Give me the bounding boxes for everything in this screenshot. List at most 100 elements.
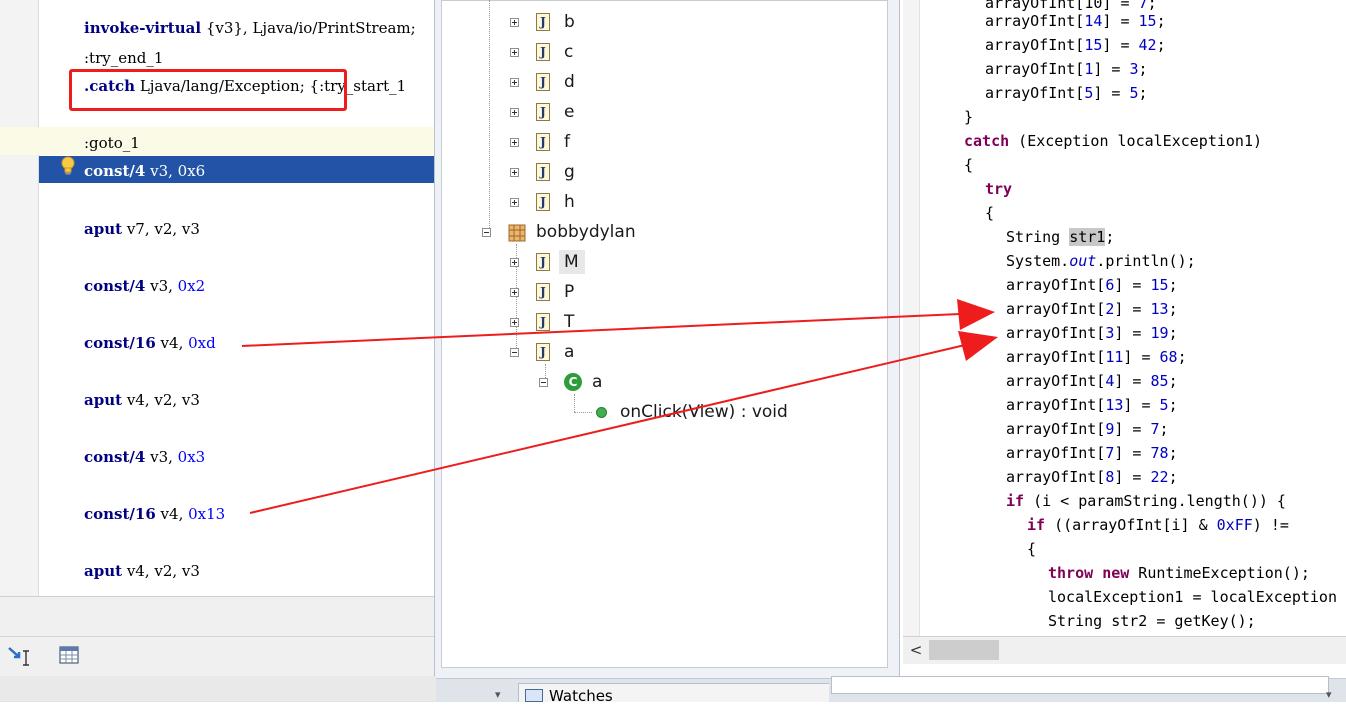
java-code: ] = bbox=[1102, 12, 1139, 30]
expand-icon[interactable] bbox=[510, 318, 519, 327]
editor-gutter[interactable] bbox=[0, 0, 39, 596]
smali-operands: v4, v2, v3 bbox=[122, 562, 200, 580]
java-line: } bbox=[964, 108, 974, 126]
java-code: arrayOfInt[ bbox=[1006, 444, 1106, 462]
smali-line: aput v4, v2, v3 bbox=[84, 389, 200, 411]
lightbulb-icon[interactable] bbox=[61, 156, 75, 178]
expand-icon[interactable] bbox=[510, 198, 519, 207]
tree-item-f[interactable]: Jf bbox=[508, 129, 648, 155]
tree-item-e[interactable]: Je bbox=[508, 99, 648, 125]
java-line: arrayOfInt[5] = 5; bbox=[985, 84, 1148, 102]
expand-icon[interactable] bbox=[510, 258, 519, 267]
java-number: 3 bbox=[1129, 60, 1139, 78]
smali-operands: v4, bbox=[155, 334, 189, 352]
java-number: 13 bbox=[1105, 396, 1124, 414]
tree-item-d[interactable]: Jd bbox=[508, 69, 648, 95]
tree-item-c[interactable]: Jc bbox=[508, 39, 648, 65]
tree-class-label: a bbox=[592, 372, 603, 392]
smali-editor[interactable]: invoke-virtual {v3}, Ljava/io/PrintStrea… bbox=[0, 0, 436, 596]
tree-item-g[interactable]: Jg bbox=[508, 159, 648, 185]
java-file-icon: J bbox=[536, 43, 550, 61]
tree-item-b[interactable]: Jb bbox=[508, 9, 648, 35]
java-number: 22 bbox=[1150, 468, 1169, 486]
smali-label: :try_end_1 bbox=[84, 49, 164, 67]
tree-item-T[interactable]: JT bbox=[508, 309, 648, 335]
java-static-field: out bbox=[1069, 252, 1097, 270]
bottom-right-field[interactable] bbox=[831, 676, 1329, 694]
smali-keyword: const/4 bbox=[84, 162, 146, 180]
java-code: arrayOfInt[ bbox=[985, 60, 1085, 78]
java-number: 42 bbox=[1138, 36, 1157, 54]
expand-icon[interactable] bbox=[510, 108, 519, 117]
tree-method-onclick[interactable]: onClick(View) : void bbox=[620, 399, 788, 425]
smali-line-selected: const/4 v3, 0x6 bbox=[84, 160, 205, 182]
java-marked-occurrence[interactable]: str1 bbox=[1069, 228, 1106, 246]
toolbar-divider bbox=[0, 636, 436, 637]
expand-icon[interactable] bbox=[510, 288, 519, 297]
smali-keyword: aput bbox=[84, 391, 123, 409]
java-code: arrayOfInt[ bbox=[1006, 324, 1106, 342]
java-number: 78 bbox=[1150, 444, 1169, 462]
tree-item-label: f bbox=[564, 132, 570, 152]
tree-item-label: a bbox=[564, 342, 575, 362]
expand-icon[interactable] bbox=[510, 18, 519, 27]
java-code: ; bbox=[1105, 228, 1115, 246]
java-code: ; bbox=[1168, 468, 1178, 486]
java-code: ] = bbox=[1114, 444, 1151, 462]
java-line: throw new RuntimeException(); bbox=[1048, 561, 1310, 585]
collapse-icon[interactable] bbox=[539, 378, 548, 387]
smali-keyword: const/4 bbox=[84, 448, 146, 466]
java-number: 85 bbox=[1150, 372, 1169, 390]
java-file-icon: J bbox=[536, 283, 550, 301]
java-number: 68 bbox=[1159, 348, 1178, 366]
current-line-highlight bbox=[0, 127, 436, 155]
expand-icon[interactable] bbox=[510, 138, 519, 147]
tree-item-label: e bbox=[564, 102, 575, 122]
java-assignment-line: arrayOfInt[2] = 13; bbox=[1006, 297, 1178, 321]
tree-item-label: M bbox=[564, 252, 579, 272]
java-code: ] = bbox=[1123, 348, 1160, 366]
java-code: (Exception localException1) bbox=[1009, 132, 1263, 150]
smali-operands: v4, bbox=[155, 505, 189, 523]
expand-icon[interactable] bbox=[510, 168, 519, 177]
java-line: String str1; bbox=[1006, 225, 1114, 249]
scroll-arrow-icon[interactable]: ▾ bbox=[495, 688, 501, 701]
tree-item-label: b bbox=[564, 12, 575, 32]
tree-item-P[interactable]: JP bbox=[508, 279, 648, 305]
scroll-left-arrow-icon[interactable]: < bbox=[908, 640, 924, 660]
tree-item-label: g bbox=[564, 162, 575, 182]
tree-item-M[interactable]: JM bbox=[508, 249, 648, 275]
expand-icon[interactable] bbox=[510, 78, 519, 87]
java-assignment-line: arrayOfInt[7] = 78; bbox=[1006, 441, 1178, 465]
java-code: .println(); bbox=[1096, 252, 1196, 270]
dropdown-arrow-icon[interactable]: ▾ bbox=[1326, 688, 1332, 701]
table-icon[interactable] bbox=[58, 645, 80, 665]
java-code: arrayOfInt[ bbox=[1006, 396, 1106, 414]
java-assignment-line: arrayOfInt[8] = 22; bbox=[1006, 465, 1178, 489]
java-line: { bbox=[985, 204, 995, 222]
java-code: ] = bbox=[1114, 300, 1151, 318]
smali-line: invoke-virtual {v3}, Ljava/io/PrintStrea… bbox=[84, 17, 416, 39]
java-code: arrayOfInt[ bbox=[1006, 420, 1106, 438]
java-number: 0xFF bbox=[1216, 516, 1253, 534]
smali-number: 0x3 bbox=[177, 448, 206, 466]
bottom-left-panel bbox=[0, 676, 436, 701]
collapse-icon[interactable] bbox=[510, 348, 519, 357]
step-into-icon[interactable] bbox=[6, 644, 32, 668]
java-file-icon: J bbox=[536, 163, 550, 181]
java-line: try bbox=[985, 177, 1012, 201]
java-code: ; bbox=[1168, 396, 1178, 414]
tree-item-h[interactable]: Jh bbox=[508, 189, 648, 215]
java-assignment-line: arrayOfInt[11] = 68; bbox=[1006, 345, 1187, 369]
java-line: { bbox=[1027, 540, 1037, 558]
package-icon bbox=[508, 224, 526, 242]
tree-item-a[interactable]: Ja bbox=[508, 339, 648, 365]
tree-guide bbox=[574, 412, 592, 413]
collapse-icon[interactable] bbox=[482, 228, 491, 237]
smali-operands: v3, 0x6 bbox=[145, 162, 206, 180]
scrollbar-thumb[interactable] bbox=[929, 640, 999, 660]
smali-operands: {v3}, Ljava/io/PrintStream; bbox=[201, 19, 416, 37]
tree-package-bobbydylan[interactable]: bobbydylan bbox=[480, 219, 680, 245]
smali-keyword: const/4 bbox=[84, 277, 146, 295]
expand-icon[interactable] bbox=[510, 48, 519, 57]
